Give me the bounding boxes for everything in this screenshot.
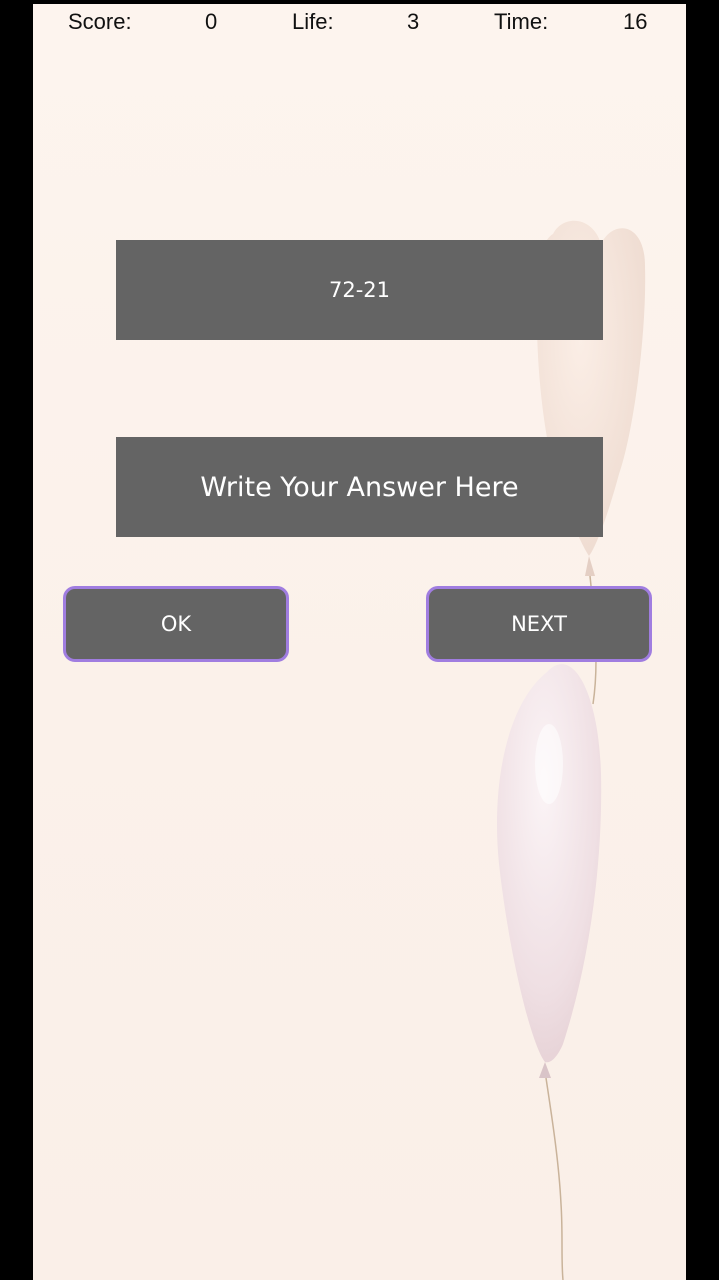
score-label: Score:: [68, 9, 132, 34]
time-value: 16: [623, 9, 648, 34]
game-screen: Score: 0 Life: 3 Time: 16 72-21 Write Yo…: [33, 4, 686, 1280]
next-button[interactable]: NEXT: [426, 586, 652, 662]
life-value: 3: [407, 9, 420, 34]
answer-placeholder: Write Your Answer Here: [200, 471, 519, 503]
answer-input[interactable]: Write Your Answer Here: [116, 437, 603, 537]
next-button-label: NEXT: [511, 612, 567, 636]
ok-button[interactable]: OK: [63, 586, 289, 662]
question-display: 72-21: [116, 240, 603, 340]
life-label: Life:: [292, 9, 334, 34]
time-label: Time:: [494, 9, 549, 34]
ok-button-label: OK: [160, 612, 192, 636]
question-text: 72-21: [328, 278, 391, 302]
score-value: 0: [205, 9, 218, 34]
status-bar: Score: 0 Life: 3 Time: 16: [33, 4, 686, 40]
